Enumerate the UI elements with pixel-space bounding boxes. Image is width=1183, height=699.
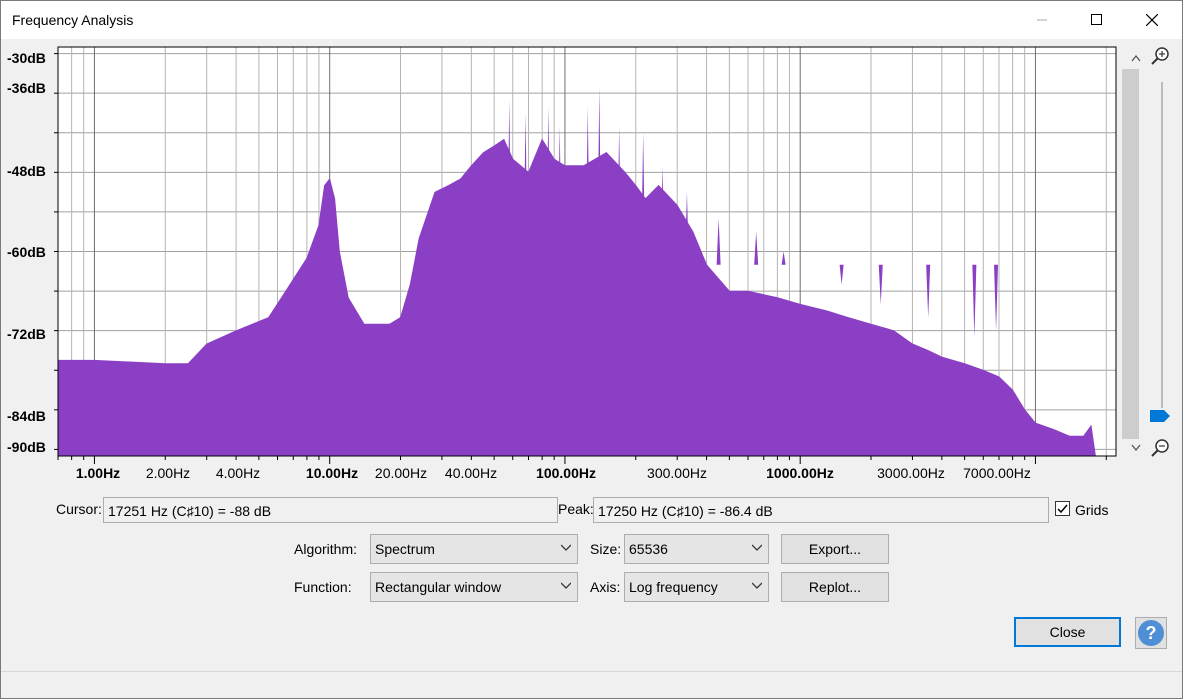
axis-label: Axis: xyxy=(590,579,621,595)
maximize-button[interactable] xyxy=(1074,1,1120,39)
size-label: Size: xyxy=(590,541,622,557)
size-value: 65536 xyxy=(629,541,668,557)
cursor-label: Cursor: xyxy=(56,501,102,517)
x-tick-label: 300.00Hz xyxy=(647,465,707,481)
axis-select[interactable]: Log frequency xyxy=(624,572,769,602)
spectrum-chart[interactable] xyxy=(1,39,1141,469)
y-tick-label: -72dB xyxy=(7,326,46,342)
grids-checkbox[interactable] xyxy=(1055,501,1070,516)
size-select[interactable]: 65536 xyxy=(624,534,769,564)
chevron-down-icon xyxy=(752,544,762,551)
window-title: Frequency Analysis xyxy=(12,12,134,28)
zoom-slider[interactable] xyxy=(1146,46,1176,466)
peak-label: Peak: xyxy=(558,501,594,517)
x-tick-label: 100.00Hz xyxy=(536,465,596,481)
minimize-button[interactable] xyxy=(1019,1,1065,39)
grids-label: Grids xyxy=(1075,502,1109,518)
algorithm-label: Algorithm: xyxy=(294,541,358,557)
y-tick-label: -90dB xyxy=(7,439,46,455)
scroll-up-arrow-icon xyxy=(1131,54,1141,62)
x-tick-label: 20.00Hz xyxy=(374,465,428,481)
help-icon: ? xyxy=(1138,620,1164,646)
chevron-down-icon xyxy=(752,582,762,589)
x-tick-label: 4.00Hz xyxy=(215,465,261,481)
function-value: Rectangular window xyxy=(375,579,502,595)
title-bar: Frequency Analysis xyxy=(1,1,1182,39)
function-select[interactable]: Rectangular window xyxy=(370,572,578,602)
x-tick-label: 10.00Hz xyxy=(305,465,359,481)
x-tick-label: 7000.00Hz xyxy=(963,465,1031,481)
status-bar xyxy=(1,671,1182,699)
y-tick-label: -36dB xyxy=(7,80,46,96)
y-tick-label: -30dB xyxy=(7,50,46,66)
y-tick-label: -48dB xyxy=(7,163,46,179)
maximize-icon xyxy=(1091,14,1102,25)
export-button[interactable]: Export... xyxy=(781,534,889,564)
help-button[interactable]: ? xyxy=(1135,617,1167,649)
x-tick-label: 3000.00Hz xyxy=(877,465,945,481)
slider-thumb-icon[interactable] xyxy=(1150,410,1170,422)
replot-button[interactable]: Replot... xyxy=(781,572,889,602)
cursor-readout: 17251 Hz (C♯10) = -88 dB xyxy=(103,497,558,523)
close-icon xyxy=(1146,14,1158,26)
algorithm-value: Spectrum xyxy=(375,541,435,557)
x-tick-label: 40.00Hz xyxy=(444,465,498,481)
y-tick-label: -84dB xyxy=(7,408,46,424)
close-button[interactable]: Close xyxy=(1014,617,1121,647)
zoom-out-icon[interactable] xyxy=(1151,439,1169,457)
close-window-button[interactable] xyxy=(1129,1,1175,39)
chevron-down-icon xyxy=(561,582,571,589)
x-tick-label: 1.00Hz xyxy=(75,465,121,481)
minimize-icon xyxy=(1037,19,1047,21)
x-tick-label: 1000.00Hz xyxy=(766,465,834,481)
checkmark-icon xyxy=(1057,504,1068,514)
chevron-down-icon xyxy=(561,544,571,551)
spectrum-plot[interactable]: -30dB -36dB -48dB -60dB -72dB -84dB -90d… xyxy=(1,39,1141,469)
vertical-scrollbar-thumb xyxy=(1122,69,1139,439)
algorithm-select[interactable]: Spectrum xyxy=(370,534,578,564)
axis-value: Log frequency xyxy=(629,579,718,595)
frequency-analysis-window: Frequency Analysis -30dB -36dB -48dB -60… xyxy=(0,0,1183,699)
function-label: Function: xyxy=(294,579,352,595)
x-tick-label: 2.00Hz xyxy=(145,465,191,481)
y-tick-label: -60dB xyxy=(7,244,46,260)
scroll-down-arrow-icon xyxy=(1131,444,1141,452)
peak-readout: 17250 Hz (C♯10) = -86.4 dB xyxy=(593,497,1049,523)
zoom-in-icon[interactable] xyxy=(1151,47,1169,65)
